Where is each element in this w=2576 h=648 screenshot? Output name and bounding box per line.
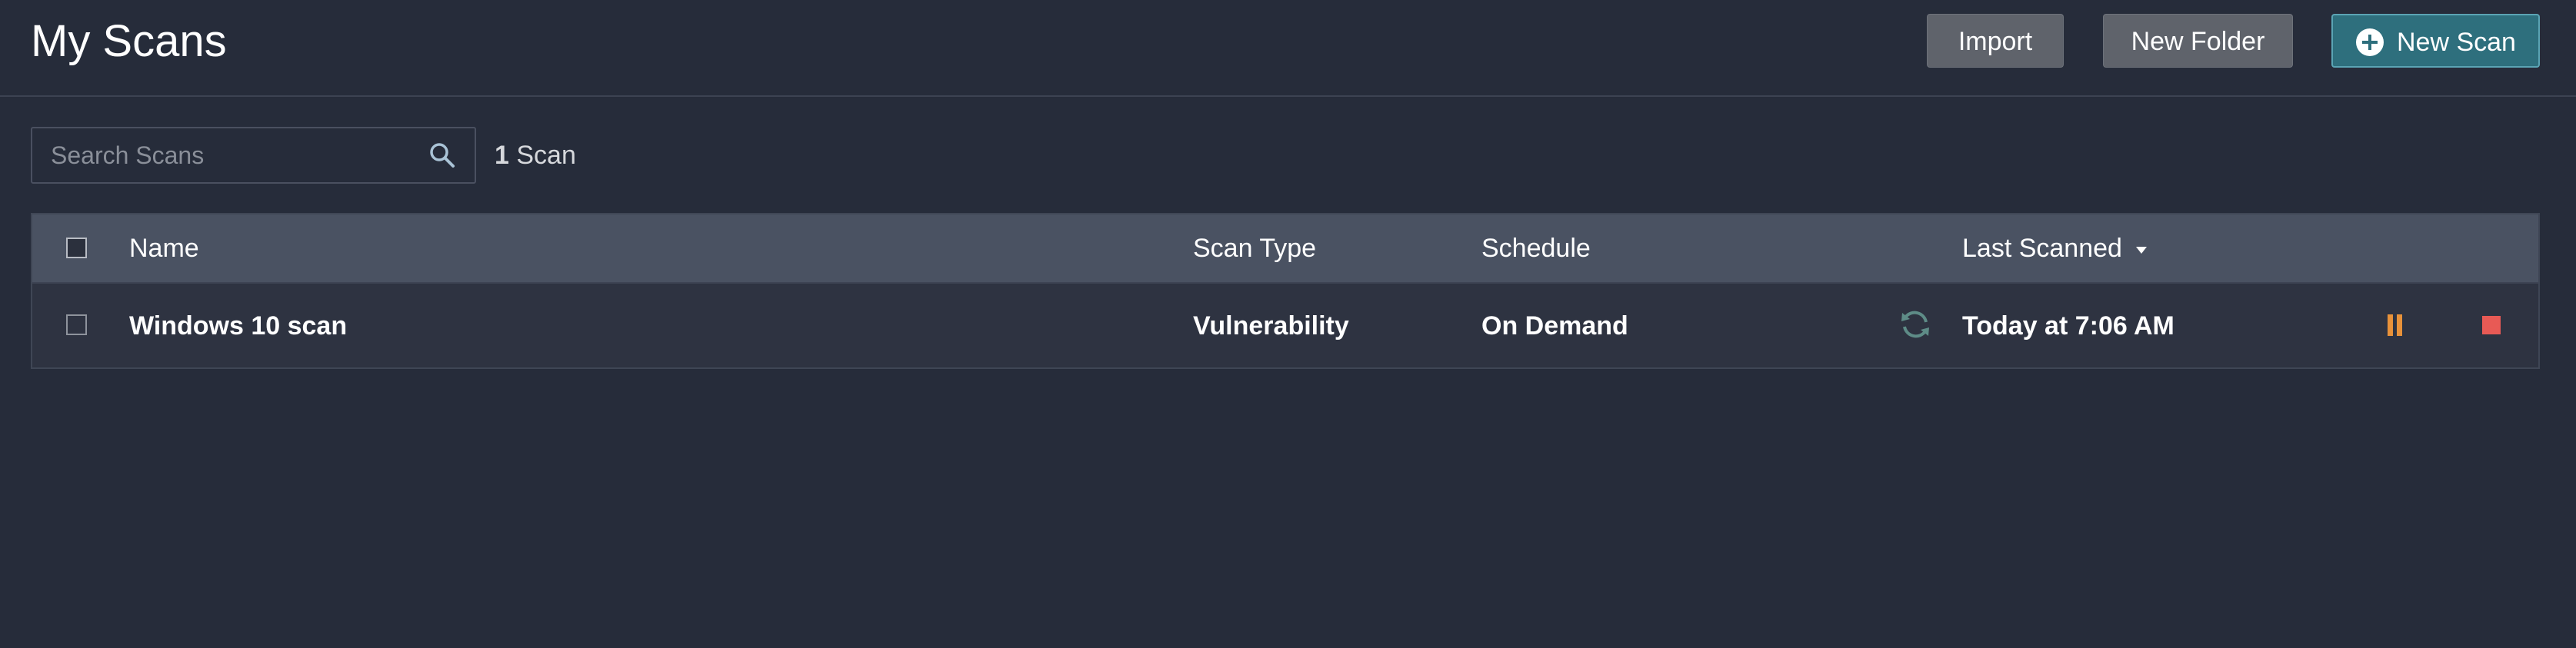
stop-icon[interactable]: [2482, 316, 2501, 334]
row-checkbox[interactable]: [66, 314, 87, 335]
column-header-last-scanned[interactable]: Last Scanned: [1962, 231, 2147, 265]
column-header-name[interactable]: Name: [129, 231, 199, 265]
scan-count-number: 1: [495, 141, 509, 170]
scan-name[interactable]: Windows 10 scan: [129, 308, 347, 344]
scan-last-scanned: Today at 7:06 AM: [1962, 311, 2174, 341]
new-folder-button[interactable]: New Folder: [2103, 14, 2293, 68]
import-button[interactable]: Import: [1927, 14, 2064, 68]
search-icon[interactable]: [428, 141, 456, 169]
scan-schedule: On Demand: [1481, 311, 1628, 341]
refresh-icon: [1901, 311, 1929, 338]
page-header: My Scans Import New Folder New Scan: [0, 0, 2576, 97]
scan-type: Vulnerability: [1193, 311, 1349, 341]
select-all-checkbox[interactable]: [66, 238, 87, 258]
column-header-scan-type[interactable]: Scan Type: [1193, 231, 1316, 265]
scan-count: 1 Scan: [495, 138, 576, 172]
new-scan-button[interactable]: New Scan: [2331, 14, 2540, 68]
search-input[interactable]: [51, 128, 420, 182]
table-header-row: Name Scan Type Schedule Last Scanned: [32, 214, 2538, 282]
scans-table: Name Scan Type Schedule Last Scanned Win…: [31, 213, 2540, 369]
pause-icon[interactable]: [2386, 314, 2404, 336]
table-row[interactable]: Windows 10 scan Vulnerability On Demand …: [32, 282, 2538, 367]
last-scanned-label: Last Scanned: [1962, 234, 2122, 263]
page-title: My Scans: [31, 16, 227, 66]
scan-count-label: Scan: [516, 141, 576, 170]
plus-circle-icon: [2356, 28, 2384, 56]
column-header-schedule[interactable]: Schedule: [1481, 231, 1591, 265]
new-scan-label: New Scan: [2397, 28, 2516, 57]
search-box: [31, 127, 476, 184]
sort-descending-icon: [2135, 246, 2147, 254]
